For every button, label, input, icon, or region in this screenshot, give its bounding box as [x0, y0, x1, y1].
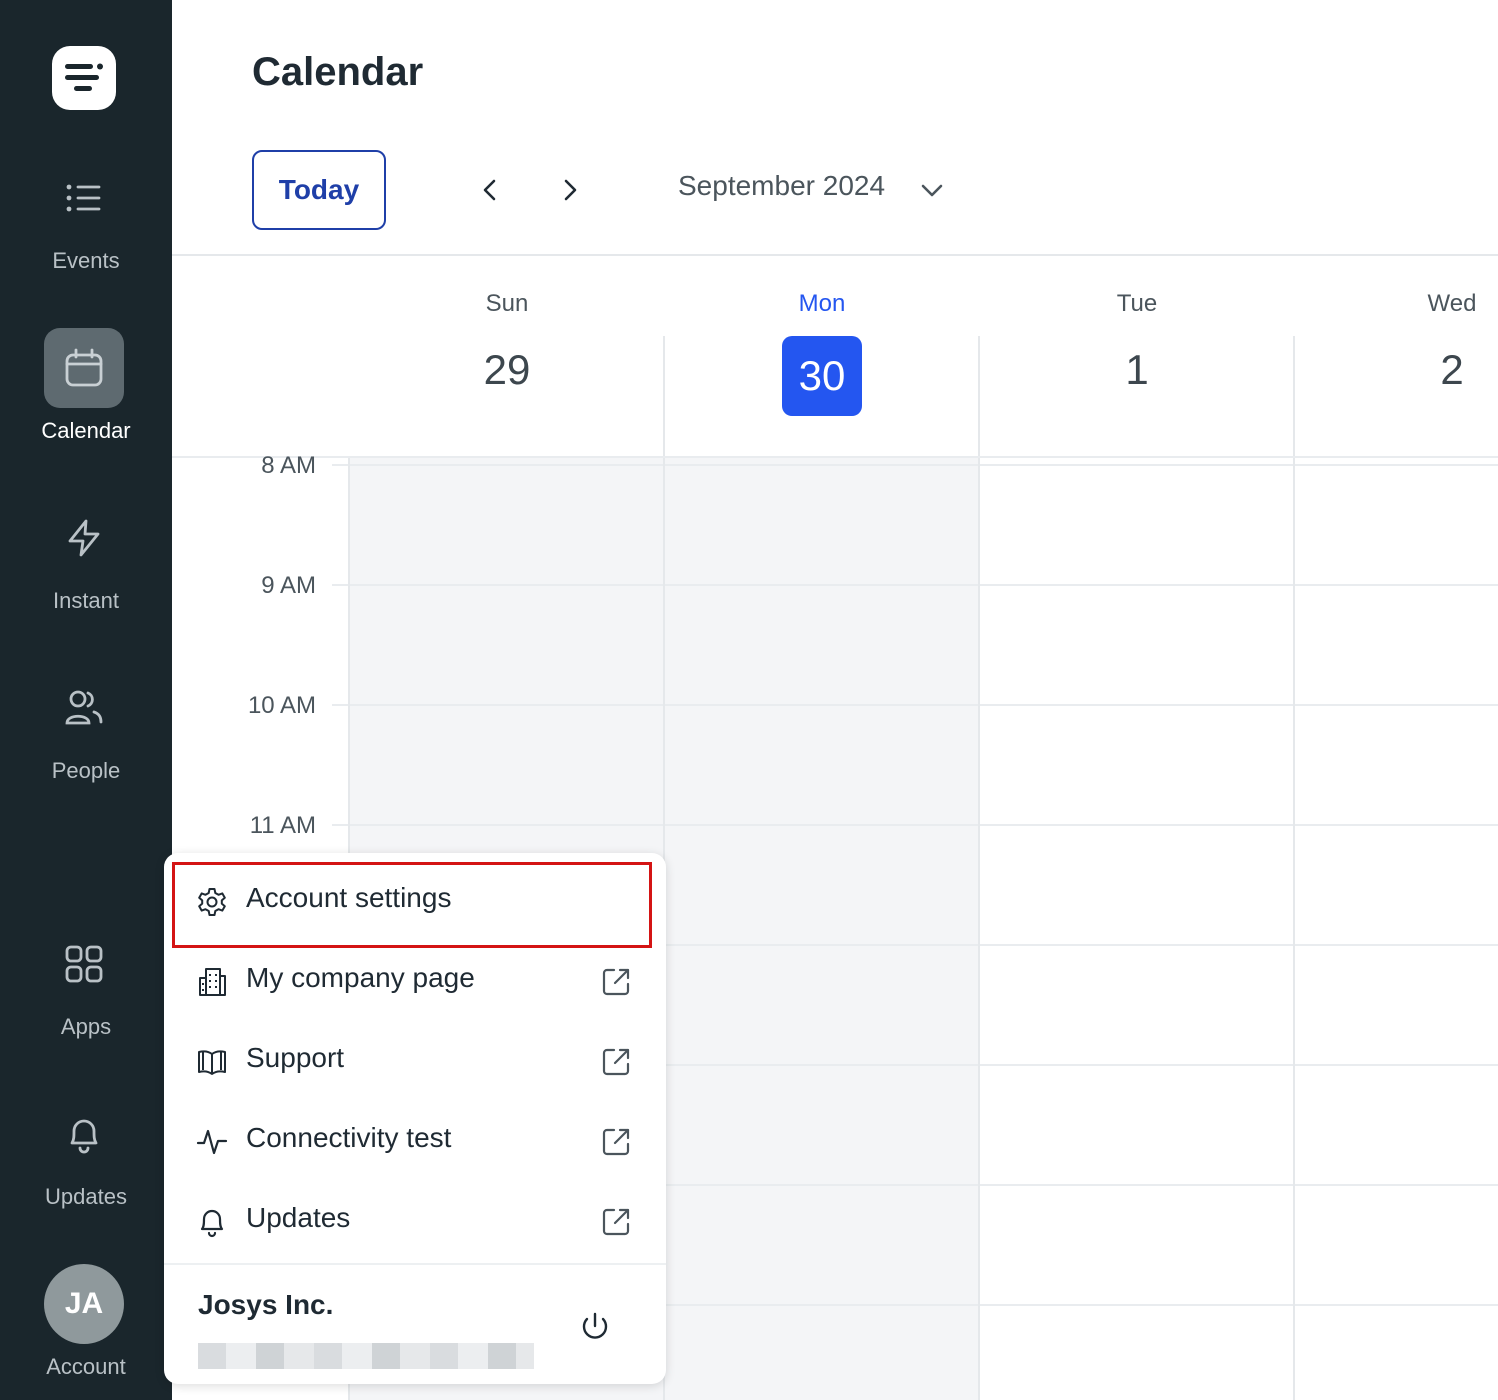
menu-item-my-company-page[interactable]: My company page	[172, 942, 650, 1022]
redacted-email	[198, 1343, 534, 1369]
time-label: 10 AM	[247, 692, 316, 719]
chevron-right-icon[interactable]	[552, 172, 588, 208]
hour-line	[332, 824, 1498, 826]
day-number-wed[interactable]: 2	[1392, 346, 1498, 394]
sidebar-item-label: Updates	[45, 1184, 127, 1209]
menu-item-updates[interactable]: Updates	[172, 1182, 650, 1262]
page-title: Calendar	[252, 50, 424, 94]
day-name-mon: Mon	[798, 290, 846, 317]
sidebar-item-apps[interactable]: Apps	[0, 942, 172, 1042]
sidebar-item-updates[interactable]: Updates	[0, 1112, 172, 1212]
people-icon	[65, 690, 103, 725]
avatar[interactable]: JA	[44, 1264, 124, 1344]
book-icon	[198, 1050, 226, 1075]
sidebar-item-label: Calendar	[41, 418, 131, 443]
building-icon	[199, 968, 226, 996]
sidebar-item-label: Account	[46, 1354, 126, 1379]
sidebar-item-label: Apps	[60, 1014, 112, 1039]
column-divider	[1293, 458, 1295, 1400]
external-link-icon	[602, 1048, 630, 1076]
hour-line	[332, 584, 1498, 586]
menu-item-connectivity-test[interactable]: Connectivity test	[172, 1102, 650, 1182]
sidebar-item-label: Events	[52, 248, 120, 273]
sidebar-item-label: People	[51, 758, 121, 783]
time-label: 11 AM	[249, 812, 316, 839]
organization-name: Josys Inc.	[198, 1289, 334, 1320]
column-divider	[1293, 336, 1295, 456]
day-name-sun: Sun	[485, 290, 529, 317]
power-icon[interactable]	[578, 1311, 612, 1345]
menu-item-label: Connectivity test	[246, 1122, 452, 1153]
lightning-icon	[68, 519, 100, 557]
sidebar-item-people[interactable]: People	[0, 686, 172, 786]
menu-item-label: Support	[246, 1042, 345, 1073]
logo-icon	[65, 63, 103, 91]
external-link-icon	[602, 1208, 630, 1236]
header-divider	[172, 254, 1498, 256]
external-link-icon	[602, 1128, 630, 1156]
day-number-tue[interactable]: 1	[1077, 346, 1197, 394]
menu-divider	[164, 1263, 666, 1265]
apps-grid-icon	[65, 945, 103, 983]
day-number-sun[interactable]: 29	[447, 346, 567, 394]
chevron-down-icon[interactable]	[918, 176, 946, 204]
sidebar: Events Calendar Instant People Apps Upda…	[0, 0, 172, 1400]
column-divider	[978, 458, 980, 1400]
bell-icon	[70, 1119, 98, 1154]
today-button[interactable]: Today	[252, 150, 386, 230]
app-logo[interactable]	[52, 46, 116, 110]
sidebar-item-calendar[interactable]: Calendar	[0, 346, 172, 446]
day-name-wed: Wed	[1427, 290, 1477, 317]
day-number-mon-today[interactable]: 30	[782, 336, 862, 416]
external-link-icon	[602, 968, 630, 996]
activity-icon	[196, 1129, 228, 1155]
hour-line	[332, 464, 1498, 466]
sidebar-item-account[interactable]: Account	[0, 1354, 172, 1384]
account-settings-highlight	[172, 862, 652, 948]
time-label: 9 AM	[261, 572, 316, 599]
menu-item-support[interactable]: Support	[172, 1022, 650, 1102]
chevron-left-icon[interactable]	[472, 172, 508, 208]
grid-top-border	[172, 456, 1498, 458]
month-selector[interactable]: September 2024	[678, 170, 885, 202]
bell-icon	[200, 1209, 224, 1238]
calendar-icon	[65, 348, 103, 387]
sidebar-item-events[interactable]: Events	[0, 176, 172, 276]
sidebar-item-label: Instant	[52, 588, 120, 613]
hour-line	[332, 704, 1498, 706]
column-divider	[663, 336, 665, 456]
time-label: 8 AM	[261, 452, 316, 479]
sidebar-item-instant[interactable]: Instant	[0, 516, 172, 616]
menu-item-label: Updates	[246, 1202, 351, 1233]
day-name-tue: Tue	[1116, 290, 1158, 317]
column-divider	[978, 336, 980, 456]
list-icon	[66, 184, 101, 212]
menu-item-label: My company page	[246, 962, 475, 993]
